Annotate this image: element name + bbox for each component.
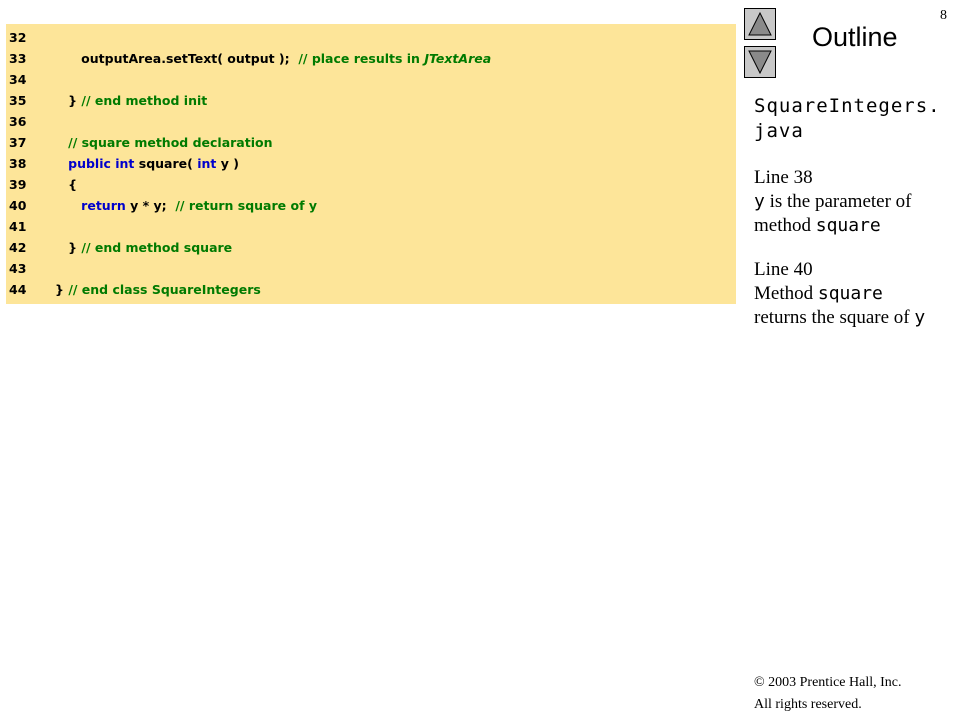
note-code: square	[817, 283, 883, 304]
code-text: } // end class SquareIntegers	[42, 279, 261, 300]
copyright-notice: © 2003 Prentice Hall, Inc. All rights re…	[754, 672, 902, 716]
code-line: 43	[6, 258, 736, 279]
note-code: square	[815, 215, 881, 236]
code-token: return	[81, 198, 126, 213]
code-text: outputArea.setText( output ); // place r…	[42, 48, 491, 69]
note-text: method	[754, 215, 816, 236]
code-text: } // end method init	[42, 90, 207, 111]
line-number: 39	[9, 177, 27, 192]
code-token: // square method declaration	[68, 135, 273, 150]
line-number: 42	[9, 240, 27, 255]
code-line: 34	[6, 69, 736, 90]
line-number: 44	[9, 282, 27, 297]
code-token: }	[42, 93, 82, 108]
code-token: // end method init	[81, 93, 208, 108]
line-number: 38	[9, 156, 27, 171]
note-heading: Line 38	[754, 167, 813, 188]
line-number: 35	[9, 93, 27, 108]
copyright-line-1: © 2003 Prentice Hall, Inc.	[754, 672, 902, 694]
code-line: 41	[6, 216, 736, 237]
outline-notes: SquareIntegers. java Line 38 y is the pa…	[754, 94, 958, 330]
code-token: {	[42, 177, 78, 192]
code-token: JTextArea	[424, 51, 492, 66]
code-text: public int square( int y )	[42, 153, 239, 174]
code-token: // end class SquareIntegers	[68, 282, 261, 297]
slide-number: 8	[940, 8, 947, 23]
line-number: 36	[9, 114, 27, 129]
line-number: 33	[9, 51, 27, 66]
code-line: 38 public int square( int y )	[6, 153, 736, 174]
code-line: 44 } // end class SquareIntegers	[6, 279, 736, 300]
copyright-symbol: ©	[754, 675, 765, 690]
note-text: is the parameter of	[764, 191, 912, 212]
code-text: } // end method square	[42, 237, 232, 258]
filename-label: SquareIntegers. java	[754, 94, 958, 144]
note-text-line: method square	[754, 214, 958, 238]
note-text: Method	[754, 283, 818, 304]
line-number: 34	[9, 72, 27, 87]
code-line: 39 {	[6, 174, 736, 195]
code-line: 36	[6, 111, 736, 132]
triangle-up-icon	[748, 11, 772, 36]
code-text: {	[42, 174, 77, 195]
note-heading: Line 40	[754, 259, 813, 280]
code-text: return y * y; // return square of y	[42, 195, 317, 216]
code-token: int	[197, 156, 217, 171]
line-number: 43	[9, 261, 27, 276]
code-token: outputArea.setText( output );	[42, 51, 299, 66]
code-token: // place results in	[298, 51, 425, 66]
note-code: y	[754, 191, 765, 212]
note-text-line: Method square	[754, 282, 958, 306]
code-line: 40 return y * y; // return square of y	[6, 195, 736, 216]
code-line: 42 } // end method square	[6, 237, 736, 258]
code-listing-panel: 32 33 outputArea.setText( output ); // pl…	[6, 24, 736, 304]
note-text-line: y is the parameter of	[754, 190, 958, 214]
code-token: // end method square	[81, 240, 233, 255]
triangle-down-icon	[748, 50, 772, 75]
code-line: 33 outputArea.setText( output ); // plac…	[6, 48, 736, 69]
code-token: public int	[68, 156, 135, 171]
note-line-40: Line 40 Method square returns the square…	[754, 258, 958, 330]
outline-heading: Outline	[812, 22, 898, 52]
next-slide-button[interactable]	[744, 46, 776, 78]
previous-slide-button[interactable]	[744, 8, 776, 40]
code-token: // return square of y	[175, 198, 318, 213]
code-token: y )	[216, 156, 239, 171]
code-token: }	[42, 282, 69, 297]
code-token: square(	[134, 156, 198, 171]
code-line: 35 } // end method init	[6, 90, 736, 111]
line-number: 32	[9, 30, 27, 45]
line-number: 37	[9, 135, 27, 150]
line-number: 40	[9, 198, 27, 213]
copyright-text: 2003 Prentice Hall, Inc.	[764, 675, 902, 690]
code-token: y * y;	[125, 198, 176, 213]
note-line-38: Line 38 y is the parameter of method squ…	[754, 166, 958, 238]
code-line: 32	[6, 27, 736, 48]
filename-line-2: java	[754, 120, 804, 142]
note-code: y	[914, 307, 926, 328]
copyright-line-2: All rights reserved.	[754, 697, 862, 712]
code-token: }	[42, 240, 82, 255]
filename-line-1: SquareIntegers.	[754, 95, 941, 117]
code-text: // square method declaration	[42, 132, 273, 153]
line-number: 41	[9, 219, 27, 234]
note-text-line: returns the square of y	[754, 306, 958, 330]
code-line: 37 // square method declaration	[6, 132, 736, 153]
note-text: returns the square of	[754, 307, 915, 328]
